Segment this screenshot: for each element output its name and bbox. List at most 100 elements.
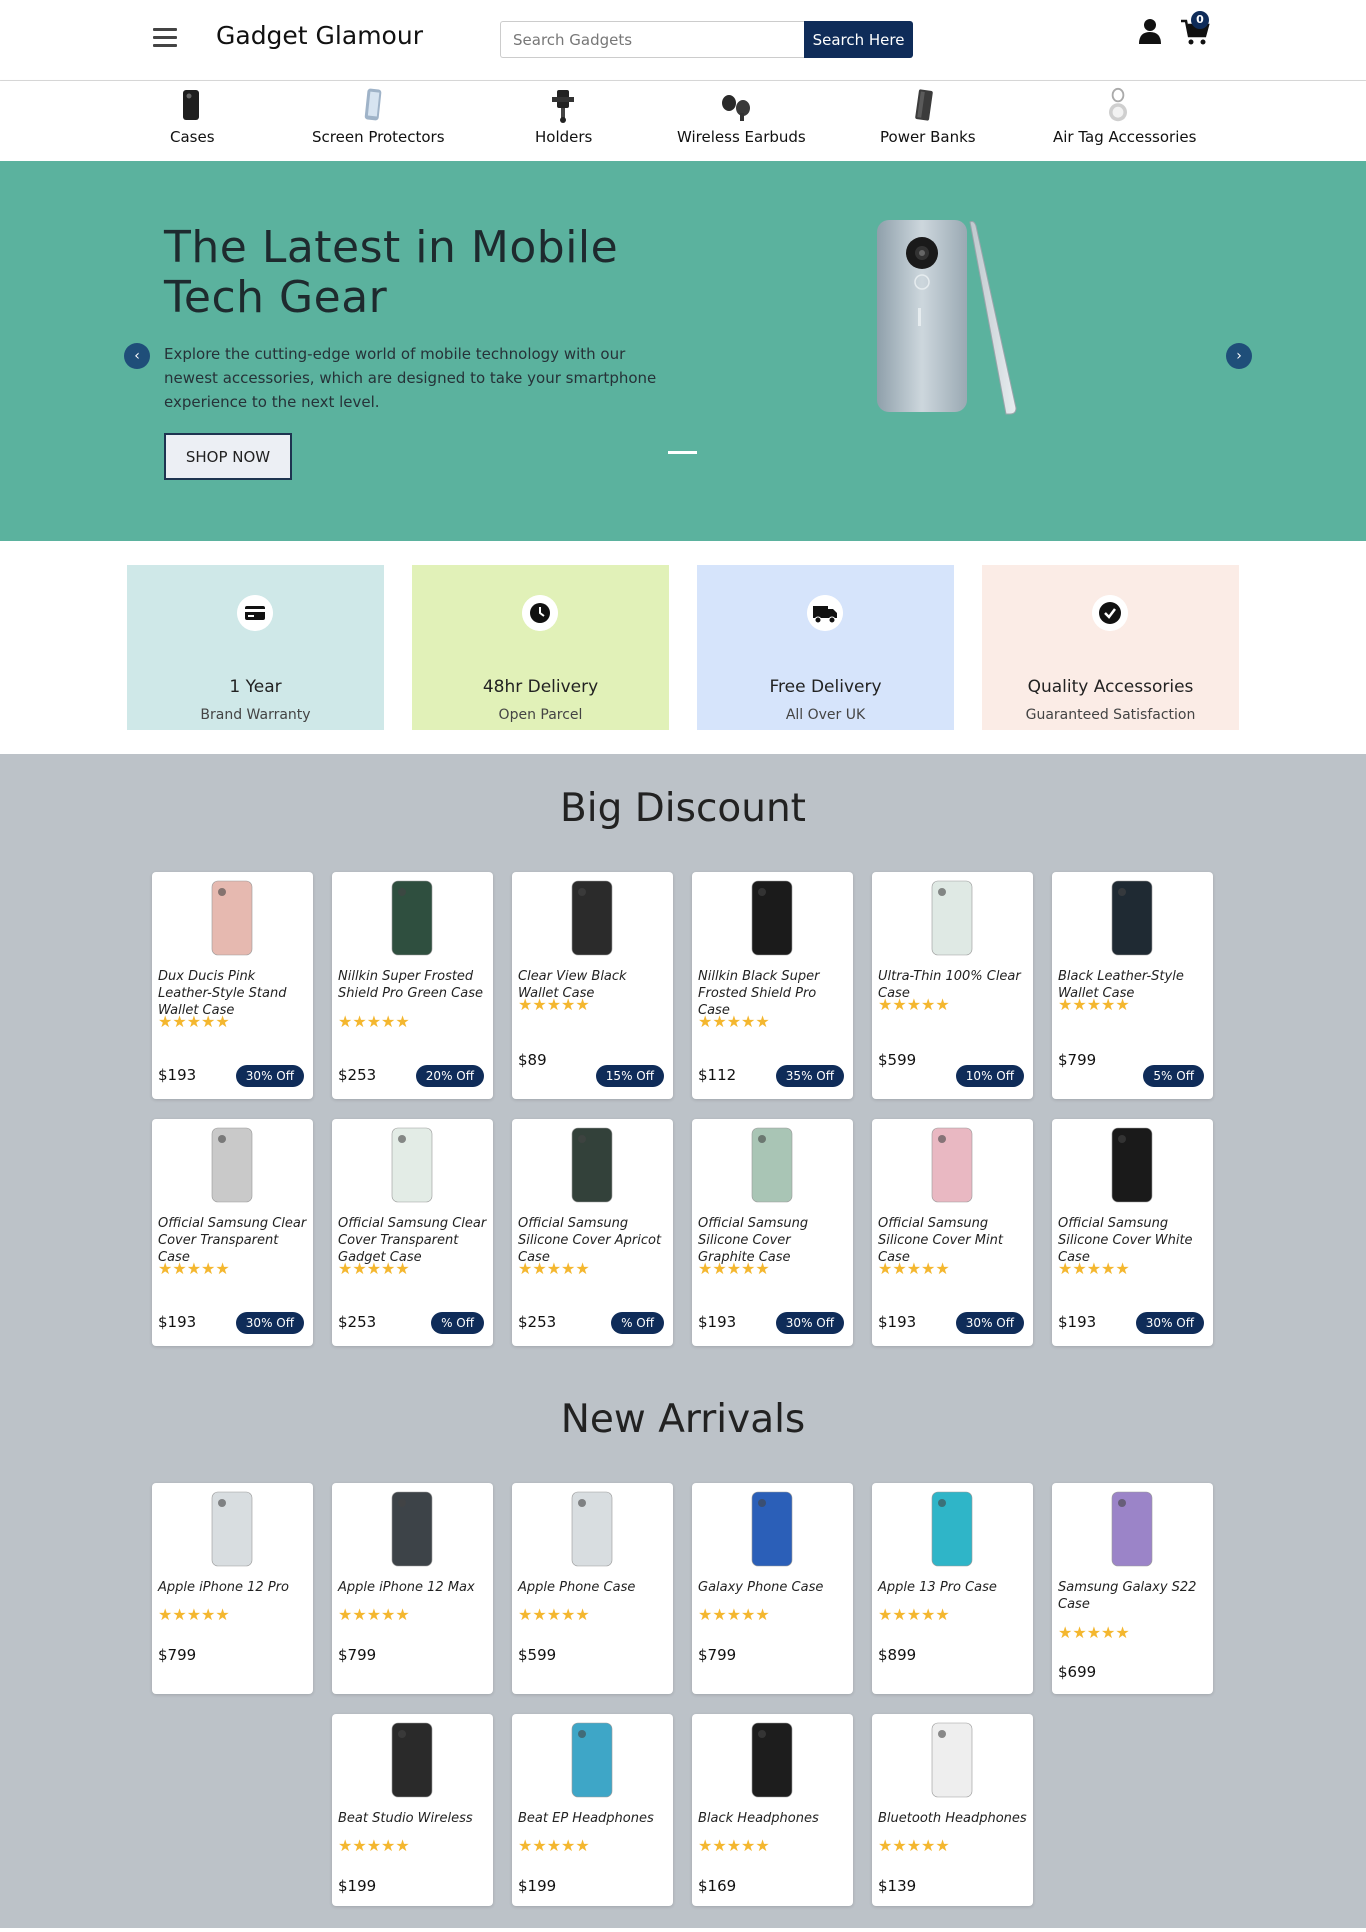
star-rating: ★★★★★ [878,1605,950,1624]
product-price: $799 [1058,1051,1097,1069]
category-screen-protectors[interactable]: Screen Protectors [312,87,445,146]
category-power-banks[interactable]: Power Banks [880,87,976,146]
category-label: Wireless Earbuds [677,128,806,146]
product-image[interactable] [872,1125,1033,1205]
clock-icon [522,595,558,631]
product-card[interactable]: Official Samsung Clear Cover Transparent… [332,1119,493,1346]
product-image[interactable] [512,878,673,958]
carousel-indicator[interactable] [668,451,697,454]
feature-title: 48hr Delivery [482,677,599,697]
product-card[interactable]: Beat Studio Wireless ★★★★★ $199 [332,1714,493,1906]
star-rating: ★★★★★ [158,1605,230,1624]
discount-badge: 30% Off [235,1065,304,1087]
product-card[interactable]: Official Samsung Silicone Cover White Ca… [1052,1119,1213,1346]
discount-badge: 30% Off [775,1312,844,1334]
product-image[interactable] [1052,878,1213,958]
category-cases[interactable]: Cases [170,87,215,146]
product-image[interactable] [332,1125,493,1205]
product-price: $193 [158,1066,197,1084]
product-image[interactable] [1052,1125,1213,1205]
product-card[interactable]: Nillkin Black Super Frosted Shield Pro C… [692,872,853,1099]
star-rating: ★★★★★ [698,1012,770,1031]
product-image[interactable] [332,1720,493,1800]
shop-now-button[interactable]: SHOP NOW [164,433,292,480]
category-label: Screen Protectors [312,128,445,146]
product-card[interactable]: Dux Ducis Pink Leather-Style Stand Walle… [152,872,313,1099]
product-name[interactable]: Apple iPhone 12 Pro [158,1579,308,1596]
user-icon[interactable] [1138,17,1162,45]
category-nav: Cases Screen Protectors Holders Wireless… [0,81,1366,161]
discount-badge: 20% Off [415,1065,484,1087]
product-card[interactable]: Official Samsung Silicone Cover Graphite… [692,1119,853,1346]
product-image[interactable] [512,1125,673,1205]
category-holders[interactable]: Holders [535,87,592,146]
product-image[interactable] [152,878,313,958]
product-image[interactable] [692,1489,853,1569]
product-price: $899 [878,1646,917,1664]
product-price: $199 [338,1877,377,1895]
product-name[interactable]: Apple Phone Case [518,1579,668,1596]
hamburger-menu-icon[interactable] [153,28,177,50]
product-name[interactable]: Beat Studio Wireless [338,1810,488,1827]
feature-title: Quality Accessories [1027,677,1194,697]
discount-badge: 30% Off [1135,1312,1204,1334]
product-card[interactable]: Apple iPhone 12 Max ★★★★★ $799 [332,1483,493,1694]
product-image[interactable] [512,1489,673,1569]
search-button[interactable]: Search Here [804,21,913,58]
product-name[interactable]: Black Headphones [698,1810,848,1827]
product-image[interactable] [692,1125,853,1205]
product-card[interactable]: Bluetooth Headphones ★★★★★ $139 [872,1714,1033,1906]
product-image[interactable] [692,878,853,958]
product-card[interactable]: Apple iPhone 12 Pro ★★★★★ $799 [152,1483,313,1694]
product-price: $253 [338,1313,377,1331]
product-card[interactable]: Official Samsung Clear Cover Transparent… [152,1119,313,1346]
product-price: $139 [878,1877,917,1895]
category-wireless-earbuds[interactable]: Wireless Earbuds [677,87,806,146]
product-card[interactable]: Ultra-Thin 100% Clear Case ★★★★★ $599 10% O… [872,872,1033,1099]
product-card[interactable]: Beat EP Headphones ★★★★★ $199 [512,1714,673,1906]
carousel-prev-icon[interactable]: ‹ [124,343,150,369]
product-image[interactable] [332,878,493,958]
product-name[interactable]: Samsung Galaxy S22 Case [1058,1579,1208,1613]
product-card[interactable]: Official Samsung Silicone Cover Mint Cas… [872,1119,1033,1346]
product-card[interactable]: Galaxy Phone Case ★★★★★ $799 [692,1483,853,1694]
feature-card-free-delivery: Free Delivery All Over UK [697,565,954,730]
product-image[interactable] [152,1489,313,1569]
star-rating: ★★★★★ [698,1259,770,1278]
product-card[interactable]: Clear View Black Wallet Case ★★★★★ $89 15% … [512,872,673,1099]
product-image[interactable] [152,1125,313,1205]
product-name[interactable]: Beat EP Headphones [518,1810,668,1827]
product-image[interactable] [872,1489,1033,1569]
product-name[interactable]: Nillkin Super Frosted Shield Pro Green C… [338,968,488,1002]
product-image[interactable] [872,1720,1033,1800]
product-name[interactable]: Apple iPhone 12 Max [338,1579,488,1596]
product-card[interactable]: Apple 13 Pro Case ★★★★★ $899 [872,1483,1033,1694]
product-card[interactable]: Samsung Galaxy S22 Case ★★★★★ $699 [1052,1483,1213,1694]
search-input[interactable] [500,21,805,58]
product-card[interactable]: Black Leather-Style Wallet Case ★★★★★ $799… [1052,872,1213,1099]
product-card[interactable]: Nillkin Super Frosted Shield Pro Green C… [332,872,493,1099]
product-name[interactable]: Apple 13 Pro Case [878,1579,1028,1596]
product-name[interactable]: Galaxy Phone Case [698,1579,848,1596]
check-circle-icon [1092,595,1128,631]
product-card[interactable]: Black Headphones ★★★★★ $169 [692,1714,853,1906]
product-card[interactable]: Official Samsung Silicone Cover Apricot … [512,1119,673,1346]
brand-logo[interactable]: Gadget Glamour [216,21,423,50]
category-air-tag-accessories[interactable]: Air Tag Accessories [1053,87,1196,146]
product-price: $799 [158,1646,197,1664]
phone-case-icon [183,90,199,120]
product-price: $89 [518,1051,547,1069]
discount-badge: 30% Off [955,1312,1024,1334]
discount-badge: % Off [431,1312,484,1334]
carousel-next-icon[interactable]: › [1226,343,1252,369]
product-image[interactable] [1052,1489,1213,1569]
product-image[interactable] [332,1489,493,1569]
product-image[interactable] [512,1720,673,1800]
truck-icon [807,595,843,631]
product-name[interactable]: Bluetooth Headphones [878,1810,1028,1827]
features-section: 1 Year Brand Warranty 48hr Delivery Open… [0,541,1366,754]
product-card[interactable]: Apple Phone Case ★★★★★ $599 [512,1483,673,1694]
product-image[interactable] [692,1720,853,1800]
product-image[interactable] [872,878,1033,958]
star-rating: ★★★★★ [518,1605,590,1624]
